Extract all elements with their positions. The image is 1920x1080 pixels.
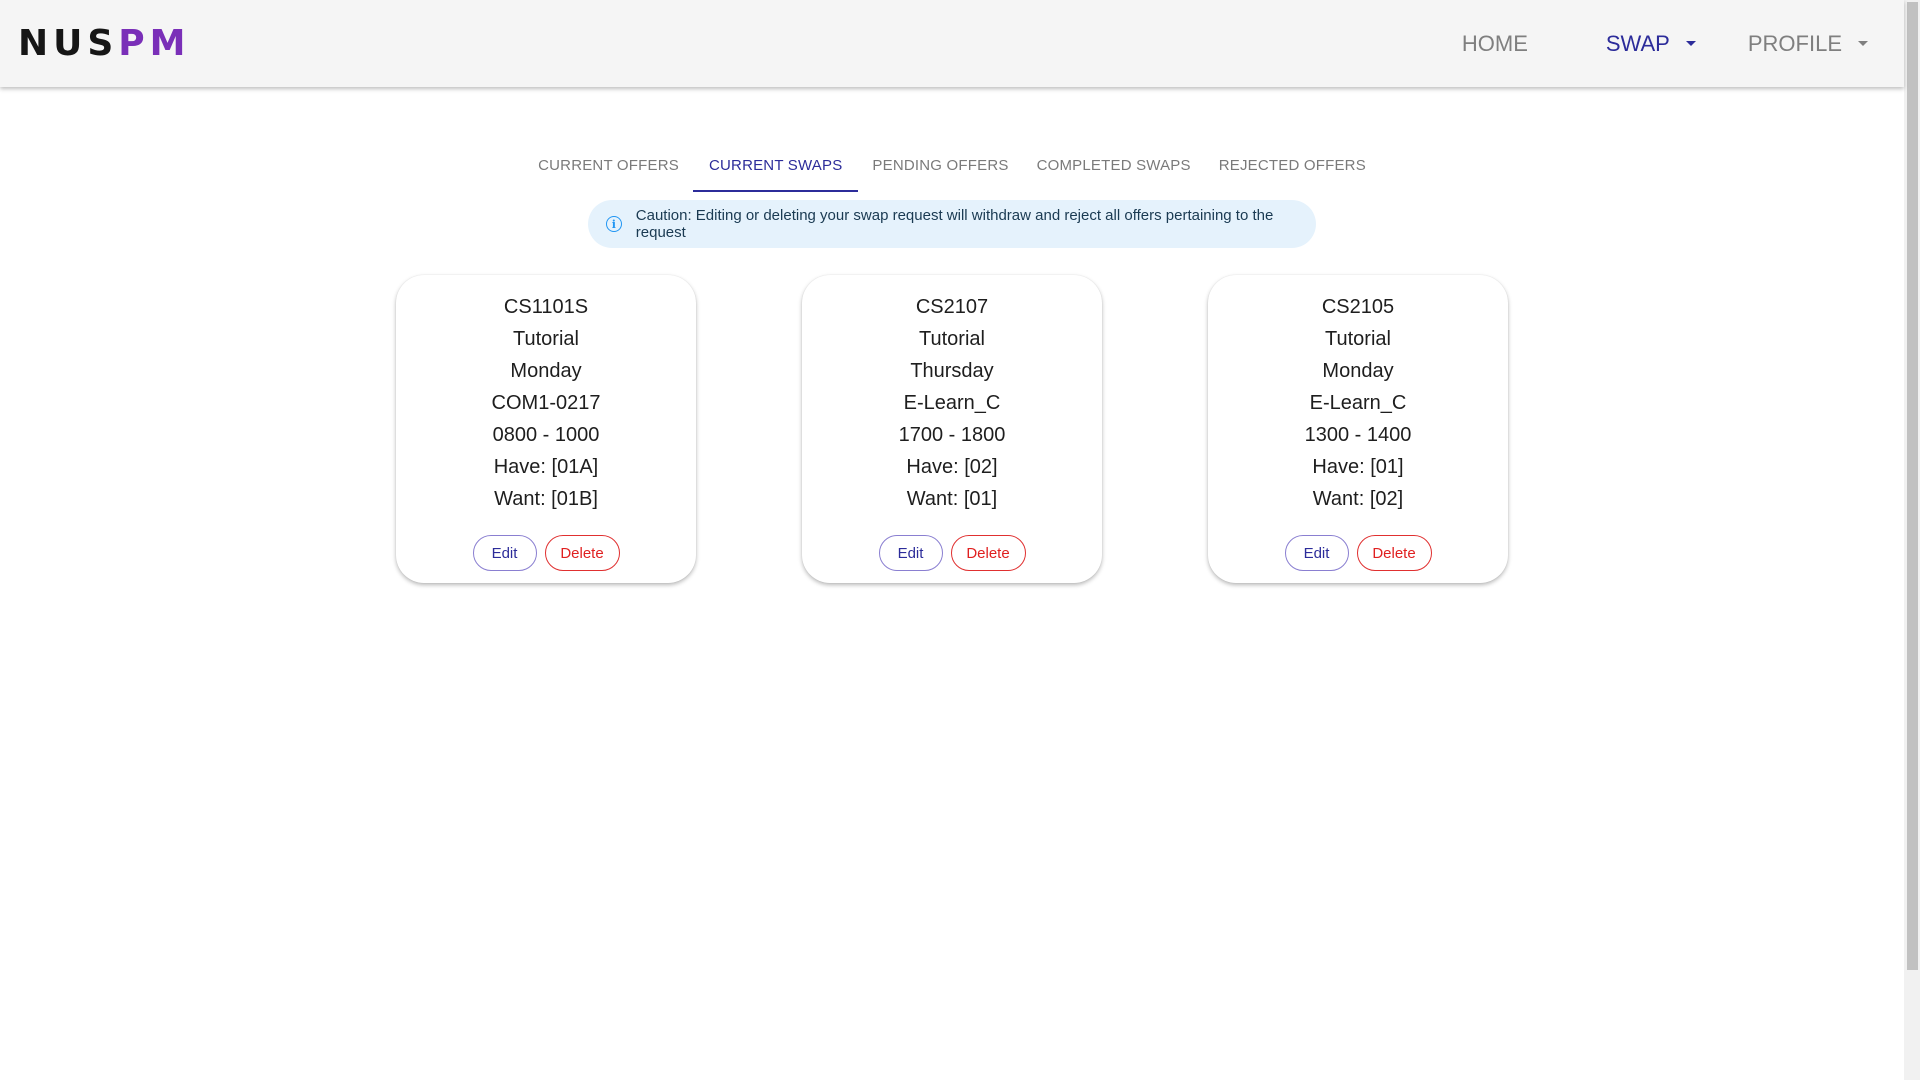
caret-down-icon xyxy=(1858,41,1868,46)
swap-card-day: Thursday xyxy=(910,360,994,382)
swap-card: CS2105 Tutorial Monday E-Learn_C 1300 - … xyxy=(1208,275,1508,583)
tab-current-swaps[interactable]: CURRENT SWAPS xyxy=(692,145,859,192)
swap-card-have: Have: [02] xyxy=(906,456,998,478)
tab-completed-swaps[interactable]: COMPLETED SWAPS xyxy=(1023,145,1205,192)
edit-button[interactable]: Edit xyxy=(472,535,537,571)
page-scrollbar[interactable] xyxy=(1904,0,1920,1080)
nuspm-logo[interactable]: NUSPM xyxy=(18,22,191,66)
swap-card-actions: Edit Delete xyxy=(802,535,1102,571)
swap-card-module: CS1101S xyxy=(503,296,589,318)
tab-pending-offers[interactable]: PENDING OFFERS xyxy=(858,145,1022,192)
edit-button[interactable]: Edit xyxy=(878,535,943,571)
swap-card-lesson-type: Tutorial xyxy=(1325,328,1391,350)
info-icon: i xyxy=(606,216,622,232)
tab-rejected-offers[interactable]: REJECTED OFFERS xyxy=(1205,145,1380,192)
edit-button[interactable]: Edit xyxy=(1284,535,1349,571)
swap-card-day: Monday xyxy=(510,360,582,382)
nav-profile-dropdown[interactable]: PROFILE xyxy=(1748,31,1868,57)
swap-card: CS1101S Tutorial Monday COM1-0217 0800 -… xyxy=(396,275,696,583)
swap-tabs: CURRENT OFFERS CURRENT SWAPS PENDING OFF… xyxy=(0,145,1904,192)
swap-card-lesson-type: Tutorial xyxy=(513,328,579,350)
caution-alert: i Caution: Editing or deleting your swap… xyxy=(588,200,1316,248)
swap-card-venue: E-Learn_C xyxy=(903,392,1001,414)
nav-swap-dropdown[interactable]: SWAP xyxy=(1606,31,1696,57)
delete-button[interactable]: Delete xyxy=(1356,535,1432,571)
swap-card: CS2107 Tutorial Thursday E-Learn_C 1700 … xyxy=(802,275,1102,583)
swap-card-actions: Edit Delete xyxy=(396,535,696,571)
swap-card-want: Want: [02] xyxy=(1312,488,1404,510)
nav-home-link[interactable]: HOME xyxy=(1462,31,1528,57)
swap-card-time: 0800 - 1000 xyxy=(492,424,600,446)
swap-card-day: Monday xyxy=(1322,360,1394,382)
swap-card-have: Have: [01A] xyxy=(493,456,599,478)
page: NUSPM HOME SWAP PROFILE CURRENT OFFERS C… xyxy=(0,0,1920,1080)
caution-alert-text: Caution: Editing or deleting your swap r… xyxy=(635,207,1274,241)
swap-card-module: CS2107 xyxy=(915,296,989,318)
swap-card-actions: Edit Delete xyxy=(1208,535,1508,571)
scrollbar-thumb[interactable] xyxy=(1907,2,1918,970)
tab-current-offers[interactable]: CURRENT OFFERS xyxy=(524,145,693,192)
swap-card-time: 1300 - 1400 xyxy=(1304,424,1412,446)
nav-profile-label: PROFILE xyxy=(1747,30,1842,56)
swap-card-lesson-type: Tutorial xyxy=(919,328,985,350)
logo-text-nus: NUS xyxy=(18,23,119,64)
caret-down-icon xyxy=(1685,41,1696,46)
delete-button[interactable]: Delete xyxy=(950,535,1026,571)
logo-text-pm: PM xyxy=(118,23,191,64)
nav-swap-label: SWAP xyxy=(1605,30,1670,56)
swap-card-have: Have: [01] xyxy=(1312,456,1404,478)
swap-card-module: CS2105 xyxy=(1321,296,1395,318)
swap-card-want: Want: [01] xyxy=(906,488,998,510)
swap-card-venue: E-Learn_C xyxy=(1309,392,1407,414)
swap-card-venue: COM1-0217 xyxy=(491,392,601,414)
top-navbar: NUSPM HOME SWAP PROFILE xyxy=(0,0,1904,87)
swap-card-time: 1700 - 1800 xyxy=(898,424,1006,446)
swap-card-want: Want: [01B] xyxy=(494,488,598,510)
nav-links: HOME SWAP PROFILE xyxy=(1462,0,1868,87)
swap-cards: CS1101S Tutorial Monday COM1-0217 0800 -… xyxy=(396,275,1508,583)
delete-button[interactable]: Delete xyxy=(544,535,620,571)
nav-home-label: HOME xyxy=(1461,30,1528,56)
